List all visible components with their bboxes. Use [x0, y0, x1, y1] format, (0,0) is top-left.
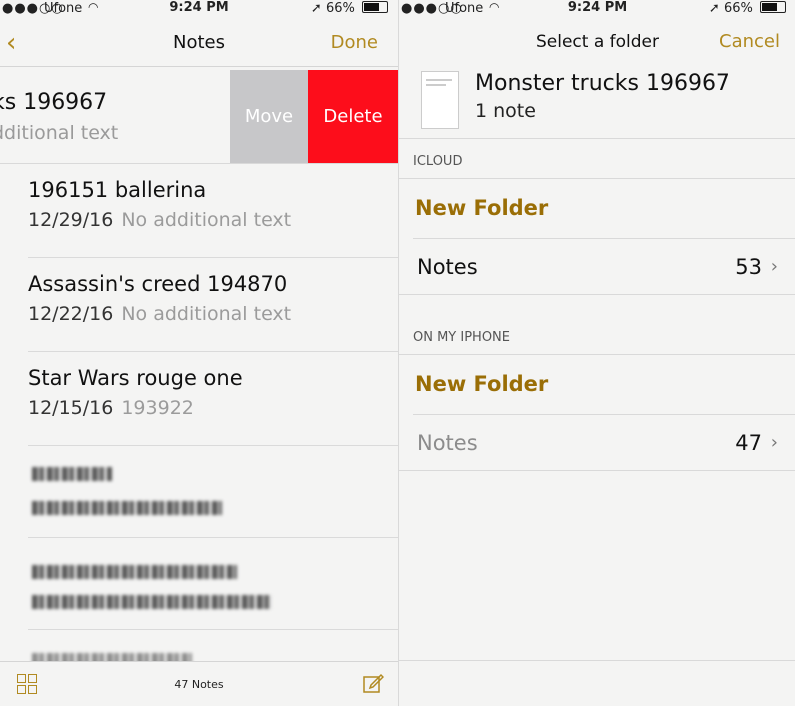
nav-bar: Select a folder Cancel — [399, 18, 795, 66]
note-date: 12/29/16 — [28, 209, 114, 231]
folder-name: Notes — [417, 255, 478, 279]
list-item[interactable]: Assassin's creed 194870 12/22/16 No addit… — [28, 257, 398, 352]
note-title: Star Wars rouge one — [28, 366, 243, 390]
iphone-new-folder-button[interactable]: New Folder — [415, 372, 548, 396]
moving-note-title: Monster trucks 196967 — [475, 71, 730, 96]
icloud-section-header: ICLOUD — [413, 154, 463, 169]
note-title: ks 196967 — [0, 90, 108, 115]
status-bar: ●●●○○ Ufone ◠ 9:24 PM ➚ 66% — [399, 0, 795, 18]
notes-count: 47 Notes — [174, 678, 224, 691]
battery-percent: 66% — [325, 1, 355, 16]
redacted-preview — [32, 501, 222, 515]
divider — [399, 294, 795, 295]
folder-count: 53 — [735, 255, 762, 279]
divider — [399, 354, 795, 355]
note-meta: 12/15/16 193922 — [28, 397, 194, 419]
moving-note-summary: Monster trucks 196967 1 note — [399, 68, 795, 139]
note-preview: 193922 — [121, 397, 194, 419]
note-meta: 12/29/16 No additional text — [28, 209, 291, 231]
battery-percent: 66% — [723, 1, 753, 16]
location-icon: ➚ — [310, 1, 322, 16]
battery-icon — [362, 1, 388, 13]
list-item-redacted[interactable] — [28, 445, 398, 538]
location-icon: ➚ — [708, 1, 720, 16]
redacted-title — [32, 467, 112, 481]
folder-count: 47 — [735, 431, 762, 455]
note-date: 12/22/16 — [28, 303, 114, 325]
note-preview: No additional text — [121, 209, 292, 231]
iphone-section-header: ON MY IPHONE — [413, 330, 510, 345]
note-meta: 12/22/16 No additional text — [28, 303, 291, 325]
list-item-redacted[interactable] — [28, 537, 398, 630]
note-title: 196151 ballerina — [28, 178, 207, 202]
bottom-toolbar: 47 Notes — [0, 661, 398, 706]
cancel-button[interactable]: Cancel — [719, 31, 780, 52]
status-bar: ●●●○○ Ufone ◠ 9:24 PM ➚ 66% — [0, 0, 398, 18]
chevron-right-icon: › — [770, 256, 778, 277]
folder-name: Notes — [417, 431, 478, 455]
chevron-right-icon: › — [770, 432, 778, 453]
select-folder-screen: ●●●○○ Ufone ◠ 9:24 PM ➚ 66% Select a fol… — [398, 0, 795, 706]
notes-list-screen: ●●●○○ Ufone ◠ 9:24 PM ➚ 66% ‹ Notes Done… — [0, 0, 398, 706]
nav-bar: ‹ Notes Done — [0, 18, 398, 67]
status-right: ➚ 66% — [311, 1, 388, 16]
done-button[interactable]: Done — [331, 32, 378, 53]
swiped-note-row[interactable]: ks 196967 dditional text Move Delete — [0, 70, 398, 164]
battery-icon — [760, 1, 786, 13]
divider — [399, 660, 795, 661]
note-preview: dditional text — [0, 122, 119, 144]
list-item[interactable]: Star Wars rouge one 12/15/16 193922 — [28, 351, 398, 446]
delete-button[interactable]: Delete — [308, 70, 398, 163]
moving-note-count: 1 note — [475, 100, 536, 122]
divider — [399, 178, 795, 179]
icloud-new-folder-button[interactable]: New Folder — [415, 196, 548, 220]
iphone-notes-folder[interactable]: Notes 47 › — [399, 415, 795, 469]
redacted-preview — [32, 595, 272, 609]
note-date: 12/15/16 — [28, 397, 114, 419]
status-right: ➚ 66% — [709, 1, 786, 16]
note-title: Assassin's creed 194870 — [28, 272, 288, 296]
note-thumbnail — [421, 71, 459, 129]
icloud-notes-folder[interactable]: Notes 53 › — [399, 239, 795, 293]
redacted-title — [32, 565, 237, 579]
move-button[interactable]: Move — [230, 70, 308, 163]
list-item[interactable]: 196151 ballerina 12/29/16 No additional t… — [28, 163, 398, 258]
divider — [399, 470, 795, 471]
note-preview: No additional text — [121, 303, 292, 325]
compose-icon[interactable] — [362, 672, 384, 694]
